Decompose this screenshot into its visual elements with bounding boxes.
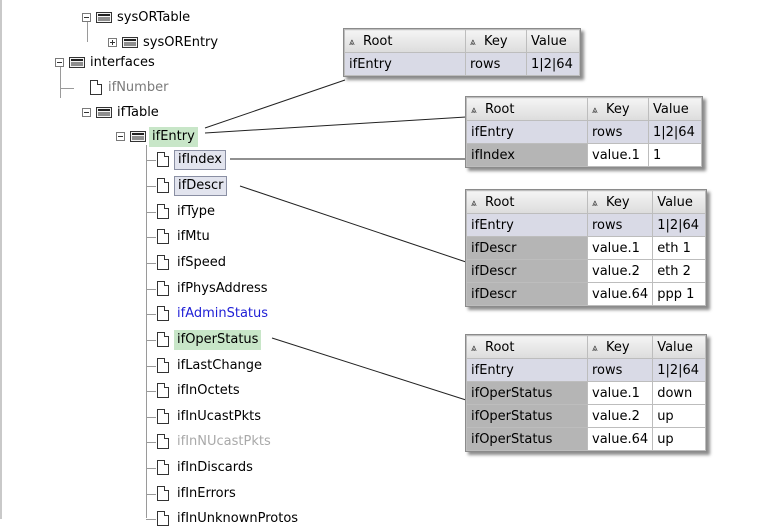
sort-arrow-icon: ⩓ (592, 342, 598, 354)
cell-key: rows (586, 213, 654, 237)
cell-value: 1|2|64 (648, 120, 702, 144)
cell-root: ifDescr (466, 236, 588, 260)
table-row[interactable]: ifEntry rows 1|2|64 (344, 52, 580, 76)
sort-arrow-icon: ⩓ (349, 36, 355, 48)
column-header-root[interactable]: ⩓ Root (466, 97, 588, 121)
cell-root: ifIndex (466, 143, 588, 167)
cell-value: 1|2|64 (652, 213, 707, 237)
header-label: Value (657, 339, 693, 355)
header-label: Root (485, 101, 515, 117)
column-header-root[interactable]: ⩓ Root (466, 190, 588, 214)
cell-root: ifDescr (466, 259, 588, 283)
table-row[interactable]: ifEntry rows 1|2|64 (466, 120, 702, 144)
cell-root: ifOperStatus (466, 381, 588, 405)
cell-value: ppp 1 (652, 282, 707, 306)
cell-key: rows (586, 358, 654, 382)
header-label: Root (363, 33, 393, 49)
value-table: ⩓ Root ⩓ Key Value ifEntry rows 1|2|64 ifI… (466, 97, 702, 167)
header-label: Value (653, 101, 689, 117)
header-label: Value (657, 194, 693, 210)
sort-arrow-icon: ⩓ (471, 197, 477, 209)
table-row[interactable]: ifIndex value.1 1 (466, 143, 702, 167)
table-row[interactable]: ifEntry rows 1|2|64 (466, 358, 707, 382)
popup-table-ifindex: ⩓ Root ⩓ Key Value ifEntry rows 1|2|64 ifI… (465, 96, 703, 168)
cell-value: down (652, 381, 707, 405)
cell-value: eth 2 (652, 259, 707, 283)
cell-value: eth 1 (652, 236, 707, 260)
column-header-root[interactable]: ⩓ Root (466, 335, 588, 359)
header-label: Root (485, 194, 515, 210)
tree-guide (146, 519, 156, 520)
cell-root: ifDescr (466, 282, 588, 306)
column-header-value[interactable]: Value (526, 29, 580, 53)
cell-root: ifOperStatus (466, 404, 588, 428)
table-row[interactable]: ifDescr value.64 ppp 1 (466, 282, 707, 306)
table-row[interactable]: ifOperStatus value.1 down (466, 381, 707, 405)
cell-root: ifEntry (466, 213, 588, 237)
header-label: Value (531, 33, 567, 49)
cell-value: 1|2|64 (526, 52, 580, 76)
column-header-value[interactable]: Value (652, 190, 707, 214)
table-row[interactable]: ifOperStatus value.2 up (466, 404, 707, 428)
callout-line-ifentry-root (204, 79, 346, 129)
callout-line-ifdescr (239, 185, 467, 263)
table-row[interactable]: ifDescr value.2 eth 2 (466, 259, 707, 283)
cell-root: ifEntry (466, 120, 588, 144)
cell-key: value.64 (586, 427, 654, 451)
cell-value: 1 (648, 143, 702, 167)
column-header-key[interactable]: ⩓ Key (587, 97, 649, 121)
header-label: Key (484, 33, 508, 49)
cell-key: value.1 (586, 236, 654, 260)
popup-table-ifdescr: ⩓ Root ⩓ Key Value ifEntry rows 1|2|64 ifD… (465, 189, 708, 307)
table-row[interactable]: ifOperStatus value.64 up (466, 427, 707, 451)
popup-table-ifentry: ⩓ Root ⩓ Key Value ifEntry rows 1|2|64 (343, 28, 581, 77)
table-row[interactable]: ifDescr value.1 eth 1 (466, 236, 707, 260)
column-header-value[interactable]: Value (648, 97, 702, 121)
value-table: ⩓ Root ⩓ Key Value ifEntry rows 1|2|64 (344, 29, 580, 76)
column-header-root[interactable]: ⩓ Root (344, 29, 466, 53)
popup-table-ifoperstatus: ⩓ Root ⩓ Key Value ifEntry rows 1|2|64 ifO… (465, 334, 708, 452)
cell-key: value.2 (586, 259, 654, 283)
sort-arrow-icon: ⩓ (592, 197, 598, 209)
cell-key: rows (587, 120, 649, 144)
cell-value: up (652, 404, 707, 428)
sort-arrow-icon: ⩓ (471, 342, 477, 354)
cell-root: ifEntry (466, 358, 588, 382)
header-label: Key (606, 194, 630, 210)
sort-arrow-icon: ⩓ (471, 104, 477, 116)
cell-key: value.2 (586, 404, 654, 428)
header-label: Root (485, 339, 515, 355)
cell-value: up (652, 427, 707, 451)
sort-arrow-icon: ⩓ (470, 36, 476, 48)
cell-root: ifEntry (344, 52, 466, 76)
sort-arrow-icon: ⩓ (592, 104, 598, 116)
cell-key: value.64 (586, 282, 654, 306)
cell-key: value.1 (586, 381, 654, 405)
cell-key: rows (465, 52, 527, 76)
callout-line-ifoperstatus (271, 337, 467, 401)
column-header-value[interactable]: Value (652, 335, 707, 359)
cell-root: ifOperStatus (466, 427, 588, 451)
header-label: Key (606, 101, 630, 117)
value-table: ⩓ Root ⩓ Key Value ifEntry rows 1|2|64 ifD… (466, 190, 707, 306)
callout-line-ifentry (204, 116, 467, 134)
column-header-key[interactable]: ⩓ Key (586, 335, 654, 359)
cell-key: value.1 (587, 143, 649, 167)
column-header-key[interactable]: ⩓ Key (465, 29, 527, 53)
value-table: ⩓ Root ⩓ Key Value ifEntry rows 1|2|64 ifO… (466, 335, 707, 451)
table-row[interactable]: ifEntry rows 1|2|64 (466, 213, 707, 237)
cell-value: 1|2|64 (652, 358, 707, 382)
header-label: Key (606, 339, 630, 355)
column-header-key[interactable]: ⩓ Key (586, 190, 654, 214)
